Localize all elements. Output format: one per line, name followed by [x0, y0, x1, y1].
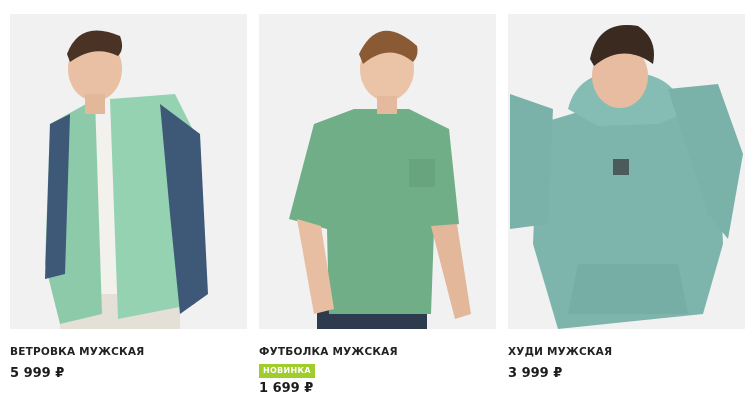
windbreaker-photo	[10, 14, 247, 329]
product-price: 5 999 ₽	[10, 366, 65, 381]
tshirt-photo	[259, 14, 496, 329]
product-card-hoodie[interactable]: ХУДИ МУЖСКАЯ 3 999 ₽	[508, 14, 745, 381]
product-image[interactable]	[10, 14, 247, 329]
hoodie-photo	[508, 14, 745, 329]
product-image[interactable]	[259, 14, 496, 329]
product-title[interactable]: ВЕТРОВКА МУЖСКАЯ	[10, 346, 247, 358]
product-price: 3 999 ₽	[508, 366, 563, 381]
product-title[interactable]: ФУТБОЛКА МУЖСКАЯ	[259, 346, 496, 358]
product-image[interactable]	[508, 14, 745, 329]
product-grid: ВЕТРОВКА МУЖСКАЯ 5 999 ₽ ФУТБОЛКА МУЖСКА…	[0, 0, 752, 411]
product-card-tshirt[interactable]: ФУТБОЛКА МУЖСКАЯ НОВИНКА 1 699 ₽	[259, 14, 496, 396]
product-card-windbreaker[interactable]: ВЕТРОВКА МУЖСКАЯ 5 999 ₽	[10, 14, 247, 381]
product-title[interactable]: ХУДИ МУЖСКАЯ	[508, 346, 745, 358]
new-badge: НОВИНКА	[259, 364, 315, 378]
product-price: 1 699 ₽	[259, 381, 314, 396]
